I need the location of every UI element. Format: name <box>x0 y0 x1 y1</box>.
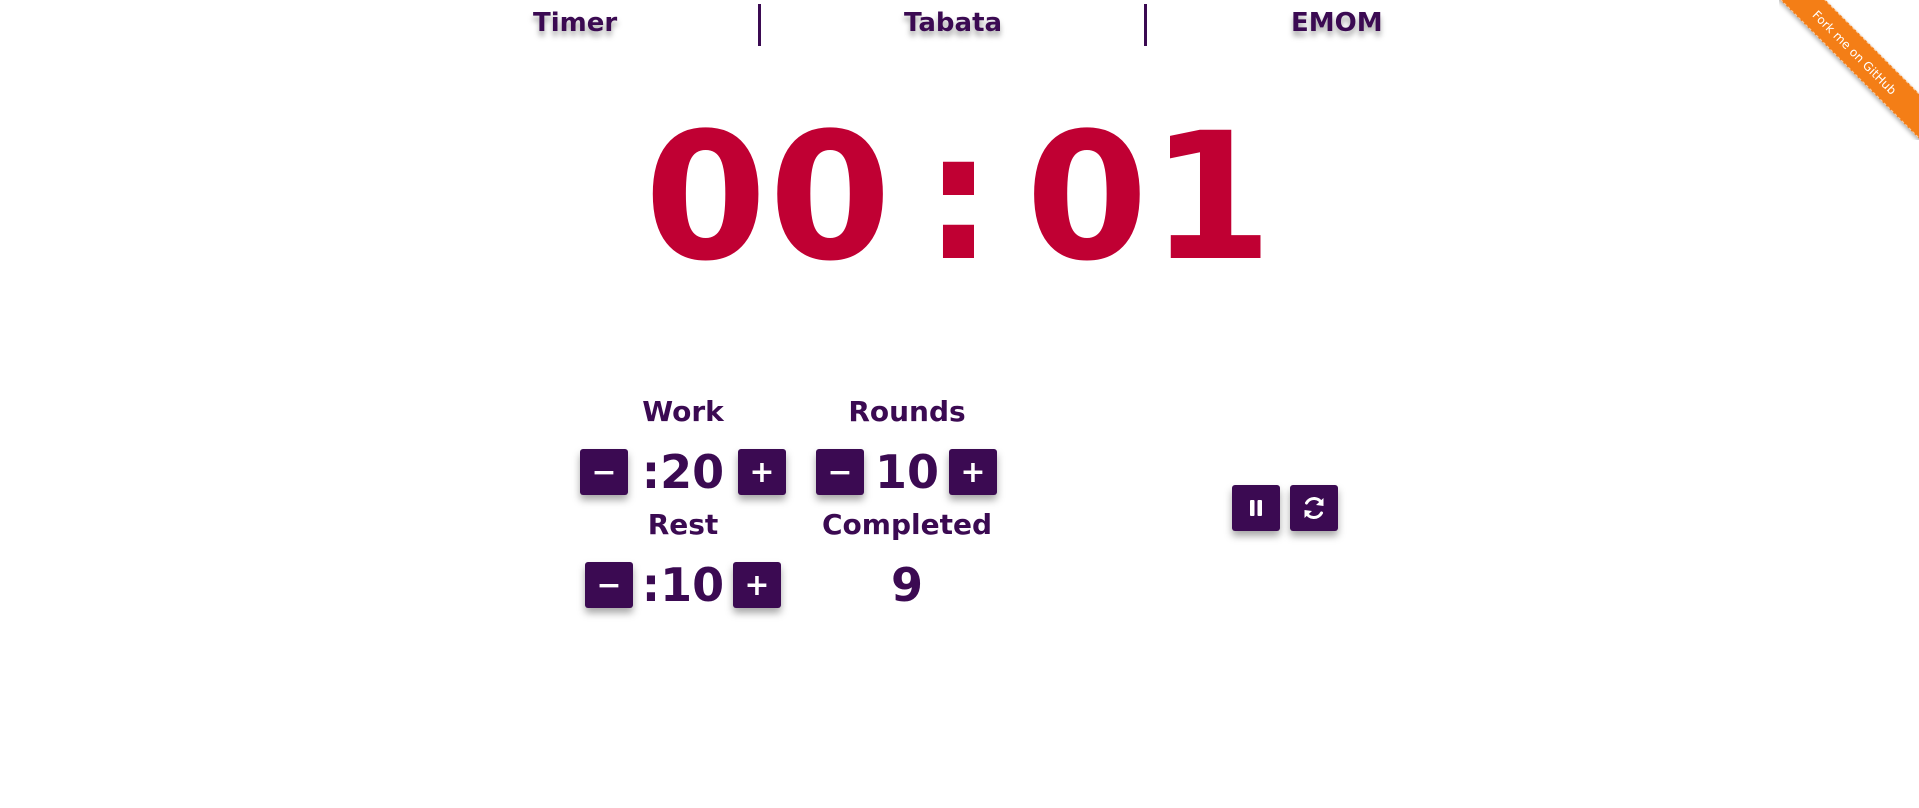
work-value: :20 <box>641 445 725 499</box>
refresh-icon <box>1301 495 1327 521</box>
reset-button[interactable] <box>1290 485 1338 531</box>
work-decrement-button[interactable]: − <box>580 449 628 495</box>
clock-seconds: 01 <box>1025 95 1275 300</box>
nav-item-tabata[interactable]: Tabata <box>904 8 1002 38</box>
page: Timer Tabata EMOM Fork me on GitHub 00:0… <box>0 0 1919 808</box>
timer-display: 00:01 <box>0 110 1919 286</box>
completed-value: 9 <box>890 558 923 612</box>
rounds-increment-button[interactable]: + <box>949 449 997 495</box>
nav-item-emom[interactable]: EMOM <box>1291 8 1383 38</box>
work-label: Work <box>642 395 724 428</box>
clock-minutes: 00 <box>644 95 894 300</box>
rest-value: :10 <box>641 558 725 612</box>
rounds-decrement-button[interactable]: − <box>816 449 864 495</box>
rest-increment-button[interactable]: + <box>733 562 781 608</box>
clock-separator: : <box>923 95 996 300</box>
nav-item-timer[interactable]: Timer <box>533 8 617 38</box>
nav-divider <box>758 4 761 46</box>
rounds-label: Rounds <box>848 395 966 428</box>
top-nav: Timer Tabata EMOM <box>0 0 1919 46</box>
pause-button[interactable] <box>1232 485 1280 531</box>
rest-label: Rest <box>647 508 719 541</box>
rest-decrement-button[interactable]: − <box>585 562 633 608</box>
pause-icon <box>1248 499 1264 517</box>
completed-label: Completed <box>821 508 992 541</box>
rounds-value: 10 <box>874 445 939 499</box>
nav-divider <box>1144 4 1147 46</box>
work-increment-button[interactable]: + <box>738 449 786 495</box>
